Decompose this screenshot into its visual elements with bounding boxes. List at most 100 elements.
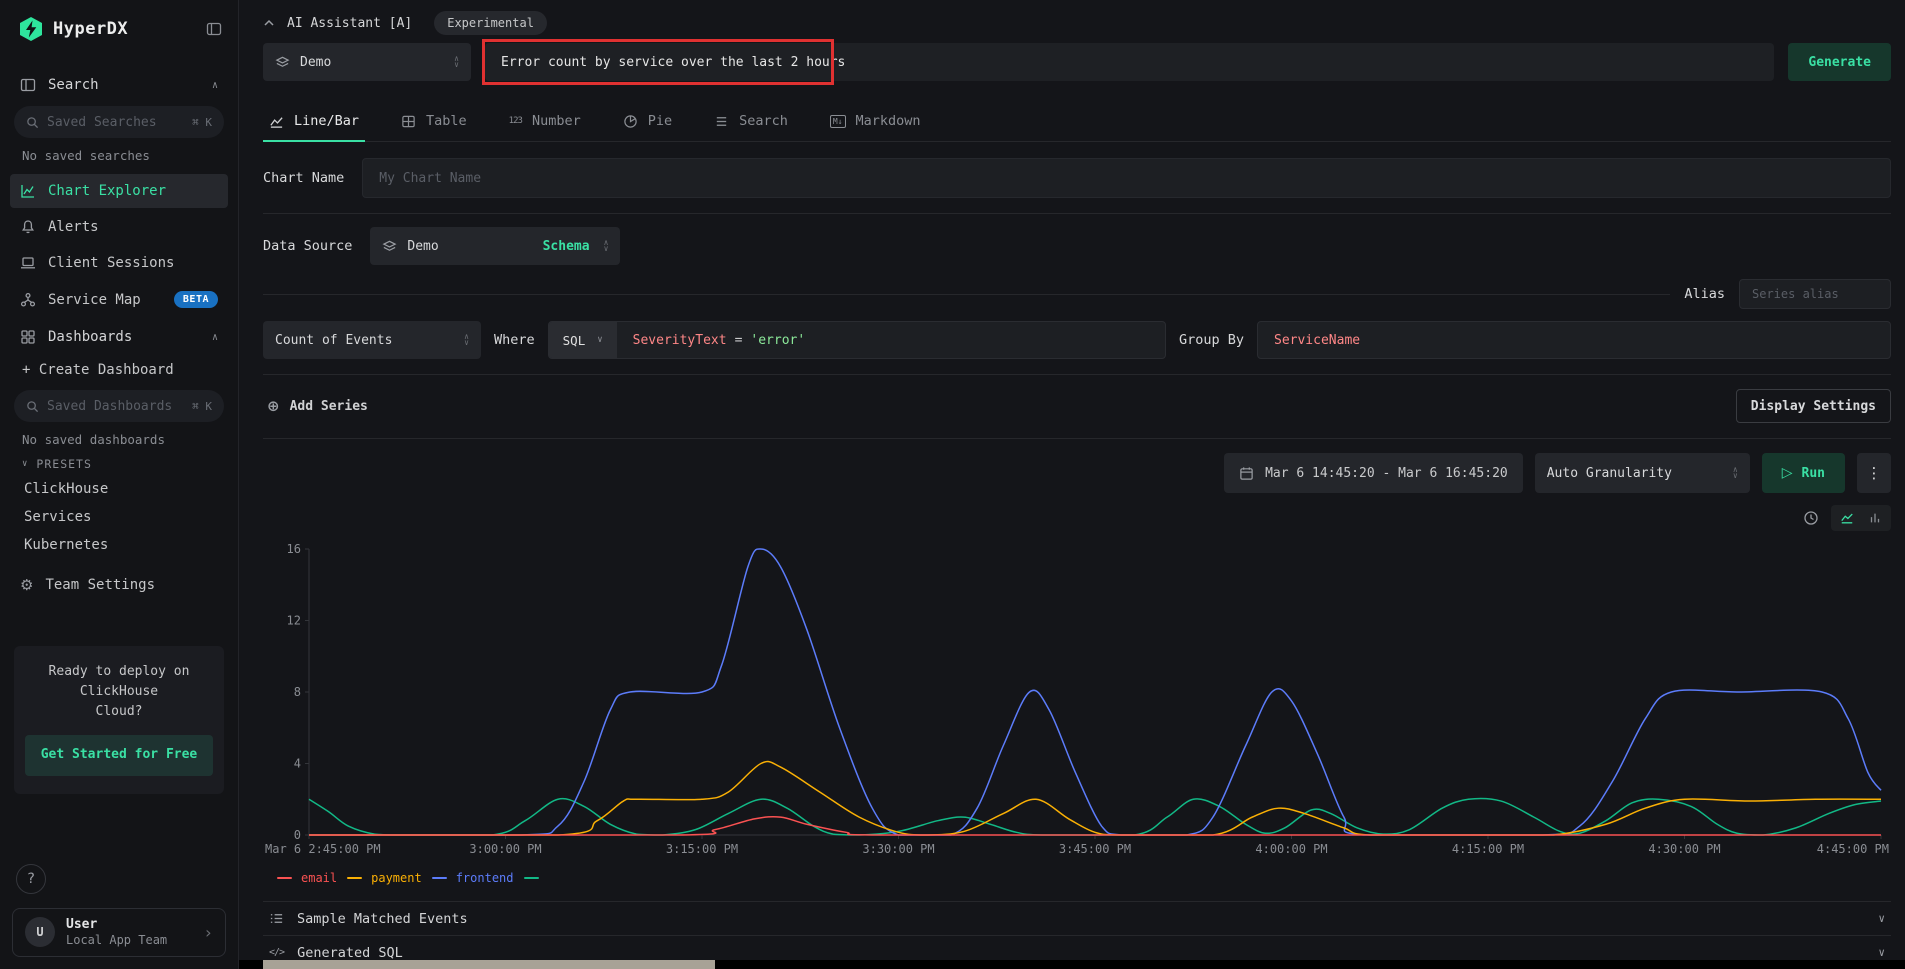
chevron-right-icon: › bbox=[203, 923, 213, 942]
saved-dashboards-input[interactable]: Saved Dashboards ⌘ K bbox=[14, 390, 224, 422]
tab-line-bar[interactable]: Line/Bar bbox=[267, 103, 361, 141]
presets-toggle[interactable]: ∨ PRESETS bbox=[0, 451, 238, 475]
saved-searches-input[interactable]: Saved Searches ⌘ K bbox=[14, 106, 224, 138]
help-button[interactable]: ? bbox=[16, 864, 46, 894]
beta-badge: BETA bbox=[174, 291, 218, 308]
group-by-label: Group By bbox=[1179, 332, 1244, 348]
svg-text:3:00:00 PM: 3:00:00 PM bbox=[469, 842, 541, 856]
scrollbar-thumb[interactable] bbox=[263, 960, 715, 969]
preset-kubernetes[interactable]: Kubernetes bbox=[0, 531, 238, 559]
tab-number[interactable]: 123 Number bbox=[507, 103, 583, 141]
tab-label: Table bbox=[426, 113, 467, 129]
hyperdx-logo-icon bbox=[18, 16, 44, 42]
search-icon bbox=[26, 116, 39, 129]
legend-dash bbox=[347, 877, 362, 879]
divider bbox=[263, 374, 1891, 375]
avatar: U bbox=[25, 917, 55, 947]
where-field: SeverityText bbox=[633, 333, 727, 348]
run-button[interactable]: ▷ Run bbox=[1762, 453, 1845, 493]
bell-icon bbox=[20, 219, 36, 235]
dashboards-icon bbox=[20, 329, 36, 345]
table-icon bbox=[401, 114, 416, 129]
svg-text:3:30:00 PM: 3:30:00 PM bbox=[862, 842, 934, 856]
alias-input[interactable] bbox=[1739, 279, 1891, 309]
user-menu[interactable]: U User Local App Team › bbox=[12, 908, 226, 957]
assistant-prompt-input[interactable] bbox=[485, 43, 1774, 81]
sidebar-section-dashboards[interactable]: Dashboards ∧ bbox=[0, 320, 238, 354]
layers-icon bbox=[382, 239, 397, 254]
layers-icon bbox=[275, 55, 290, 70]
data-source-value: Demo bbox=[407, 239, 438, 254]
horizontal-scrollbar[interactable] bbox=[239, 960, 1905, 969]
presets-label: PRESETS bbox=[36, 457, 91, 471]
calendar-icon bbox=[1239, 466, 1254, 481]
user-team: Local App Team bbox=[66, 933, 167, 948]
service-map-icon bbox=[20, 292, 36, 308]
tab-table[interactable]: Table bbox=[399, 103, 469, 141]
tab-pie[interactable]: Pie bbox=[621, 103, 674, 141]
saved-searches-placeholder: Saved Searches bbox=[47, 115, 157, 130]
chart-type-tabs: Line/Bar Table 123 Number Pie bbox=[263, 103, 1891, 142]
ai-assistant-title: AI Assistant [A] bbox=[287, 16, 412, 31]
svg-text:4:00:00 PM: 4:00:00 PM bbox=[1255, 842, 1327, 856]
sidebar-item-team-settings[interactable]: ⚙ Team Settings bbox=[0, 567, 238, 603]
promo-text-line1: Ready to deploy on ClickHouse bbox=[24, 662, 214, 702]
where-input[interactable]: SQL ∨ SeverityText = 'error' bbox=[548, 321, 1166, 359]
granularity-value: Auto Granularity bbox=[1547, 466, 1672, 481]
get-started-button[interactable]: Get Started for Free bbox=[25, 735, 214, 775]
group-by-input[interactable]: ServiceName bbox=[1257, 321, 1891, 359]
bar-view-toggle[interactable] bbox=[1862, 508, 1888, 528]
assistant-source-select[interactable]: Demo ∧∨ bbox=[263, 43, 471, 81]
legend-item[interactable]: payment bbox=[347, 871, 422, 885]
chevron-down-icon: ∨ bbox=[1878, 946, 1885, 959]
sidebar-item-chart-explorer[interactable]: Chart Explorer bbox=[10, 174, 228, 208]
svg-text:8: 8 bbox=[294, 685, 301, 699]
chevron-down-icon: ∨ bbox=[597, 335, 602, 345]
sample-matched-events-toggle[interactable]: Sample Matched Events ∨ bbox=[263, 902, 1891, 935]
dashboards-section-label: Dashboards bbox=[48, 329, 132, 345]
legend-item[interactable]: email bbox=[277, 871, 337, 885]
legend-item[interactable]: frontend bbox=[432, 871, 514, 885]
alias-label: Alias bbox=[1684, 286, 1725, 302]
display-settings-button[interactable]: Display Settings bbox=[1736, 389, 1891, 423]
divider bbox=[263, 438, 1891, 439]
hyperdx-logo[interactable]: HyperDX bbox=[18, 16, 128, 42]
data-source-label: Data Source bbox=[263, 238, 352, 254]
generated-sql-label: Generated SQL bbox=[297, 945, 403, 961]
svg-text:4:15:00 PM: 4:15:00 PM bbox=[1452, 842, 1524, 856]
schema-link[interactable]: Schema bbox=[543, 239, 590, 254]
tab-markdown[interactable]: M↓ Markdown bbox=[828, 103, 923, 141]
line-view-toggle[interactable] bbox=[1834, 508, 1860, 528]
chart-display-toggle bbox=[1831, 505, 1891, 531]
generate-button[interactable]: Generate bbox=[1788, 43, 1891, 81]
sidebar-collapse-icon[interactable] bbox=[206, 21, 222, 37]
sidebar-item-alerts[interactable]: Alerts bbox=[0, 210, 238, 244]
ai-assistant-collapse-icon[interactable] bbox=[263, 17, 275, 29]
where-operator: = bbox=[735, 333, 743, 348]
sidebar-item-client-sessions[interactable]: Client Sessions bbox=[0, 246, 238, 280]
preset-services[interactable]: Services bbox=[0, 503, 238, 531]
chart-name-label: Chart Name bbox=[263, 170, 344, 186]
data-source-select[interactable]: Demo Schema ∧∨ bbox=[370, 227, 620, 265]
more-options-button[interactable]: ⋮ bbox=[1857, 453, 1891, 493]
tab-search[interactable]: Search bbox=[712, 103, 790, 141]
clock-icon[interactable] bbox=[1803, 510, 1819, 526]
saved-dashboards-placeholder: Saved Dashboards bbox=[47, 399, 172, 414]
chart-name-input[interactable] bbox=[362, 158, 1891, 198]
query-language-select[interactable]: SQL ∨ bbox=[549, 322, 617, 358]
chart-explorer-label: Chart Explorer bbox=[48, 183, 166, 199]
granularity-select[interactable]: Auto Granularity ∧∨ bbox=[1535, 453, 1750, 493]
app-title: HyperDX bbox=[53, 19, 128, 39]
create-dashboard-button[interactable]: + Create Dashboard bbox=[0, 354, 238, 386]
date-range-input[interactable]: Mar 6 14:45:20 - Mar 6 16:45:20 bbox=[1224, 453, 1523, 493]
sidebar-item-service-map[interactable]: Service Map BETA bbox=[0, 282, 238, 317]
aggregation-select[interactable]: Count of Events ∧∨ bbox=[263, 321, 481, 359]
chevron-down-icon: ∨ bbox=[1878, 912, 1885, 925]
legend-item[interactable] bbox=[524, 877, 539, 879]
tab-label: Pie bbox=[648, 113, 672, 129]
legend-dash bbox=[524, 877, 539, 879]
add-series-button[interactable]: ⊕ Add Series bbox=[263, 397, 368, 415]
sidebar-section-search[interactable]: Search ∧ bbox=[0, 68, 238, 102]
preset-clickhouse[interactable]: ClickHouse bbox=[0, 475, 238, 503]
chevron-updown-icon: ∧∨ bbox=[464, 334, 469, 346]
